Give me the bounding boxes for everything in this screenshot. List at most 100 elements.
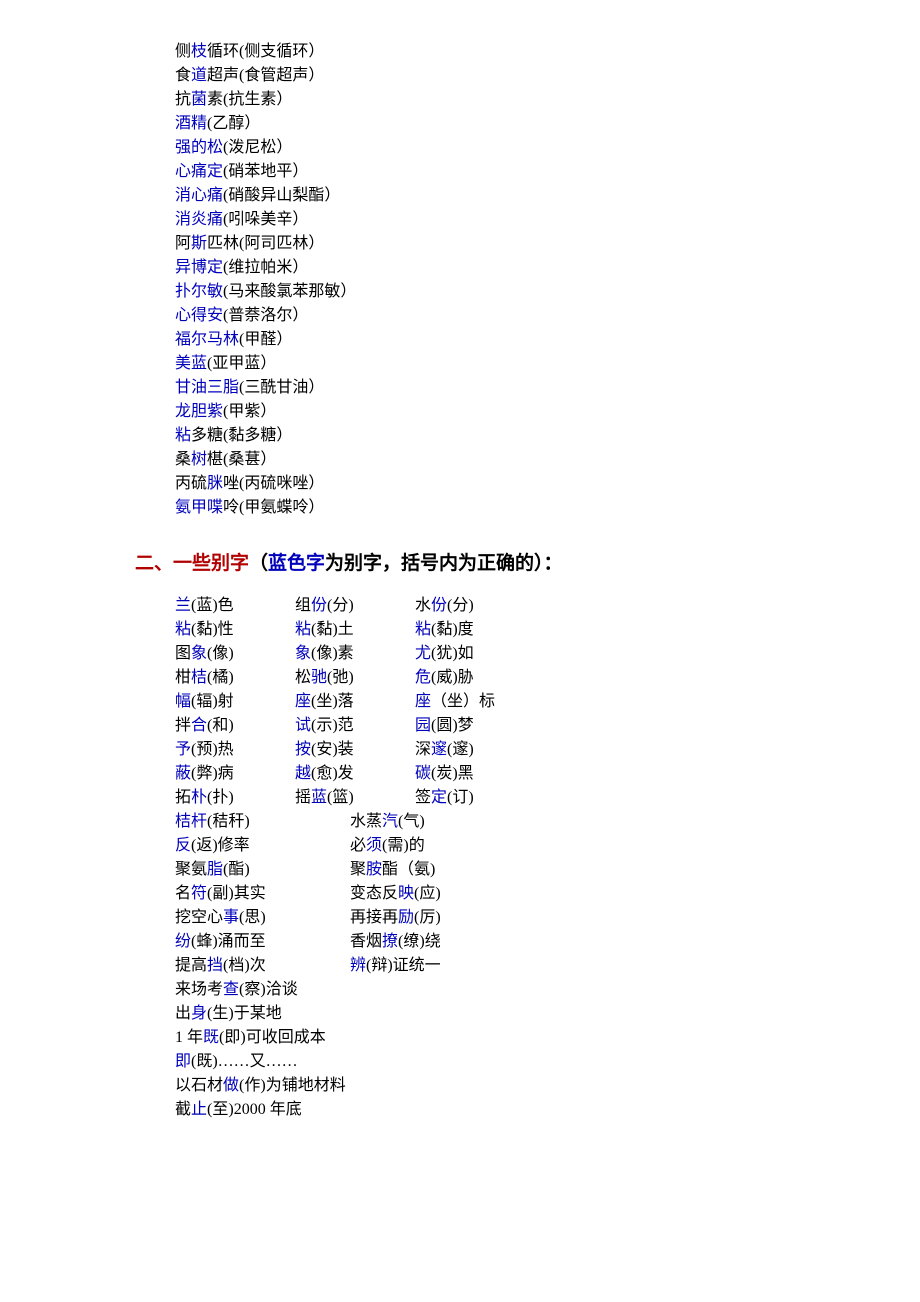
wrong-char: 枝 (191, 43, 207, 60)
text: 桑 (175, 451, 191, 468)
wrong-char: 扑尔敏 (175, 283, 223, 300)
text: 聚 (350, 861, 366, 878)
text: (亚甲蓝） (207, 355, 276, 372)
typo-entry: 提高挡(档)次 (175, 954, 350, 978)
wrong-char: 消心痛 (175, 187, 223, 204)
text: （坐）标 (431, 693, 495, 710)
text: 组 (295, 597, 311, 614)
text: 签 (415, 789, 431, 806)
text: 唑(丙硫咪唑） (223, 475, 324, 492)
typo-row: 兰(蓝)色组份(分)水份(分) (175, 594, 860, 618)
text: 拓 (175, 789, 191, 806)
typo-entry: 桔杆(秸秆) (175, 810, 350, 834)
text: (示)范 (311, 717, 354, 734)
wrong-char: 符 (191, 885, 207, 902)
text: (愈)发 (311, 765, 354, 782)
term-line: 桑树椹(桑葚） (175, 448, 860, 472)
text: 香烟 (350, 933, 382, 950)
wrong-char: 园 (415, 717, 431, 734)
text: (蓝)色 (191, 597, 234, 614)
typo-row: 挖空心事(思)再接再励(厉) (175, 906, 860, 930)
typo-row: 提高挡(档)次辨(辩)证统一 (175, 954, 860, 978)
wrong-char: 危 (415, 669, 431, 686)
typo-entry: 予(预)热 (175, 738, 295, 762)
text: (弛) (327, 669, 354, 686)
text: 深 (415, 741, 431, 758)
wrong-char: 兰 (175, 597, 191, 614)
text: (分) (447, 597, 474, 614)
wrong-char: 道 (191, 67, 207, 84)
wrong-char: 撩 (382, 933, 398, 950)
wrong-char: 福尔马林 (175, 331, 239, 348)
wrong-char: 座 (415, 693, 431, 710)
typo-entry: 反(返)修率 (175, 834, 350, 858)
text: (圆)梦 (431, 717, 474, 734)
typo-entry: 深邃(邃) (415, 738, 535, 762)
wrong-char: 映 (398, 885, 414, 902)
wrong-char: 菌 (191, 91, 207, 108)
typo-row: 予(预)热按(安)装深邃(邃) (175, 738, 860, 762)
text: 水 (415, 597, 431, 614)
text: 抗 (175, 91, 191, 108)
text: 变态反 (350, 885, 398, 902)
term-line: 酒精(乙醇） (175, 112, 860, 136)
text: (维拉帕米） (223, 259, 308, 276)
term-line: 抗菌素(抗生素） (175, 88, 860, 112)
text: (威)胁 (431, 669, 474, 686)
typo-row: 反(返)修率必须(需)的 (175, 834, 860, 858)
wrong-char: 消炎痛 (175, 211, 223, 228)
wrong-char: 驰 (311, 669, 327, 686)
term-line: 食道超声(食管超声） (175, 64, 860, 88)
typo-entry: 座（坐）标 (415, 690, 535, 714)
wrong-char: 酒精 (175, 115, 207, 132)
text: 截 (175, 1101, 191, 1118)
wrong-char: 桔杆 (175, 813, 207, 830)
text: (辩)证统一 (366, 957, 441, 974)
text: (察)洽谈 (239, 981, 298, 998)
typo-row: 桔杆(秸秆)水蒸汽(气) (175, 810, 860, 834)
heading-blue: 蓝色字 (268, 553, 325, 574)
wrong-char: 氨甲喋 (175, 499, 223, 516)
text: (厉) (414, 909, 441, 926)
wrong-char: 心痛定 (175, 163, 223, 180)
typo-entry: 粘(黏)性 (175, 618, 295, 642)
text: (思) (239, 909, 266, 926)
text: (安)装 (311, 741, 354, 758)
text: 呤(甲氨蝶呤） (223, 499, 324, 516)
typo-row: 聚氨脂(酯)聚胺酯（氨) (175, 858, 860, 882)
text: 出 (175, 1005, 191, 1022)
typo-entry: 象(像)素 (295, 642, 415, 666)
wrong-char: 事 (223, 909, 239, 926)
wrong-char: 美蓝 (175, 355, 207, 372)
typo-entry: 拌合(和) (175, 714, 295, 738)
text: 名 (175, 885, 191, 902)
typo-row: 图象(像)象(像)素尤(犹)如 (175, 642, 860, 666)
typo-line: 以石材做(作)为铺地材料 (175, 1074, 860, 1098)
term-line: 美蓝(亚甲蓝） (175, 352, 860, 376)
typo-entry: 越(愈)发 (295, 762, 415, 786)
text: (像) (207, 645, 234, 662)
text: (甲紫） (223, 403, 276, 420)
wrong-char: 合 (191, 717, 207, 734)
typo-entry: 座(坐)落 (295, 690, 415, 714)
text: 挖空心 (175, 909, 223, 926)
text: (即)可收回成本 (219, 1029, 326, 1046)
wrong-char: 挡 (207, 957, 223, 974)
wrong-char: 试 (295, 717, 311, 734)
typo-entry: 水蒸汽(气) (350, 810, 525, 834)
text: (作)为铺地材料 (239, 1077, 346, 1094)
typo-line: 即(既)……又…… (175, 1050, 860, 1074)
wrong-char: 既 (203, 1029, 219, 1046)
wrong-char: 脂 (207, 861, 223, 878)
typo-entry: 签定(订) (415, 786, 535, 810)
typo-line: 1 年既(即)可收回成本 (175, 1026, 860, 1050)
text: (泼尼松） (223, 139, 292, 156)
text: 必 (350, 837, 366, 854)
term-line: 氨甲喋呤(甲氨蝶呤） (175, 496, 860, 520)
wrong-char: 越 (295, 765, 311, 782)
text: (弊)病 (191, 765, 234, 782)
typo-line: 出身(生)于某地 (175, 1002, 860, 1026)
typo-entry: 变态反映(应) (350, 882, 525, 906)
text: 食 (175, 67, 191, 84)
text: (扑) (207, 789, 234, 806)
